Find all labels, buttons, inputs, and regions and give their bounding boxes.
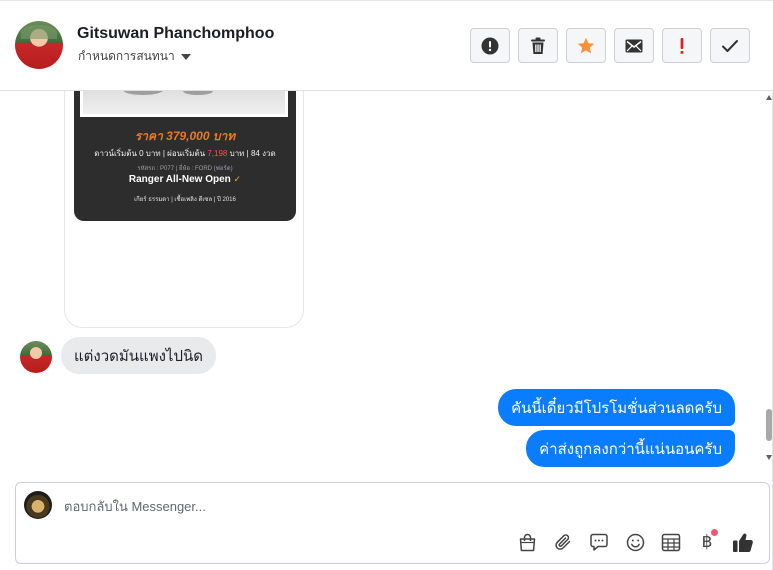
check-icon [722, 39, 738, 52]
contact-name[interactable]: Gitsuwan Phanchomphoo [77, 25, 274, 43]
messenger-inbox-panel: Gitsuwan Phanchomphoo กำหนดการสนทนา ราคา… [0, 0, 773, 570]
page-avatar [24, 491, 52, 519]
composer-tools: ฿ [509, 529, 761, 555]
envelope-icon [625, 39, 643, 52]
scrollbar-thumb[interactable] [766, 409, 772, 441]
ad-terms-text: บาท | 84 งวด [229, 149, 276, 158]
delete-button[interactable] [518, 28, 558, 63]
scroll-up-arrow-icon[interactable] [766, 95, 772, 100]
shopping-bag-icon [519, 533, 535, 551]
saved-replies-button[interactable] [581, 529, 617, 555]
star-icon [577, 37, 595, 53]
conversation-label-dropdown[interactable]: กำหนดการสนทนา [78, 47, 191, 66]
reply-input[interactable] [64, 496, 664, 516]
trash-icon [531, 37, 545, 54]
car-wheel-shadow [123, 91, 163, 95]
spam-button[interactable] [470, 28, 510, 63]
ad-terms-text: ดาวน์เริ่มต้น 0 บาท | ผ่อนเริ่มต้น [94, 149, 206, 158]
ad-specs: เกียร์ ธรรมดา | เชื้อเพลิง ดีเซล | ปี 20… [134, 197, 236, 203]
conversation-header: Gitsuwan Phanchomphoo กำหนดการสนทนา [0, 1, 773, 91]
contact-avatar-small[interactable] [20, 341, 52, 373]
car-photo [80, 91, 288, 117]
payment-button[interactable]: ฿ [689, 529, 725, 555]
car-wheel-shadow [183, 91, 213, 95]
appointment-icon [661, 533, 681, 551]
caret-down-icon [180, 53, 191, 60]
done-button[interactable] [710, 28, 750, 63]
ad-meta: รหัสรถ : P077 | ยี่ห้อ : FORD (ฟอร์ด) [137, 166, 233, 172]
alert-circle-icon [481, 37, 499, 54]
follow-up-button[interactable] [662, 28, 702, 63]
like-icon [733, 533, 753, 552]
ad-attachment-card[interactable]: ราคา 379,000 บาท ดาวน์เริ่มต้น 0 บาท | ผ… [64, 91, 304, 328]
star-button[interactable] [566, 28, 606, 63]
message-list[interactable]: ราคา 379,000 บาท ดาวน์เริ่มต้น 0 บาท | ผ… [0, 91, 765, 471]
ad-price: ราคา 379,000 บาท [134, 129, 236, 143]
ad-model-name: Ranger All-New Open [128, 174, 231, 185]
contact-avatar[interactable] [15, 21, 63, 69]
attach-file-button[interactable] [545, 529, 581, 555]
shopping-bag-button[interactable] [509, 529, 545, 555]
outgoing-message[interactable]: คันนี้เดี๋ยวมีโปรโมชั่นส่วนลดครับ [498, 389, 735, 426]
conversation-scrollbar[interactable] [765, 91, 773, 471]
payment-icon: ฿ [701, 532, 713, 552]
ad-image: ราคา 379,000 บาท ดาวน์เริ่มต้น 0 บาท | ผ… [74, 91, 296, 221]
outgoing-message[interactable]: ค่าส่งถูกลงกว่านี้แน่นอนครับ [526, 430, 735, 467]
appointment-button[interactable] [653, 529, 689, 555]
label-dropdown-text: กำหนดการสนทนา [78, 49, 175, 63]
ad-terms: ดาวน์เริ่มต้น 0 บาท | ผ่อนเริ่มต้น 7,198… [74, 147, 296, 160]
ad-terms-price: 7,198 [207, 149, 228, 158]
paperclip-icon [554, 533, 570, 550]
like-button[interactable] [725, 529, 761, 555]
scroll-down-arrow-icon[interactable] [766, 455, 772, 460]
exclamation-icon [680, 37, 684, 54]
mark-unread-button[interactable] [614, 28, 654, 63]
emoji-icon [626, 533, 644, 551]
conversation-actions [470, 28, 750, 63]
reply-composer: ฿ [15, 482, 770, 564]
emoji-button[interactable] [617, 529, 653, 555]
incoming-message[interactable]: แต่งวดมันแพงไปนิด [61, 337, 216, 374]
verified-check-icon: ✓ [233, 174, 242, 184]
ad-model: Ranger All-New Open ✓ [74, 174, 296, 185]
saved-reply-icon [590, 533, 608, 551]
notification-dot [711, 529, 718, 536]
